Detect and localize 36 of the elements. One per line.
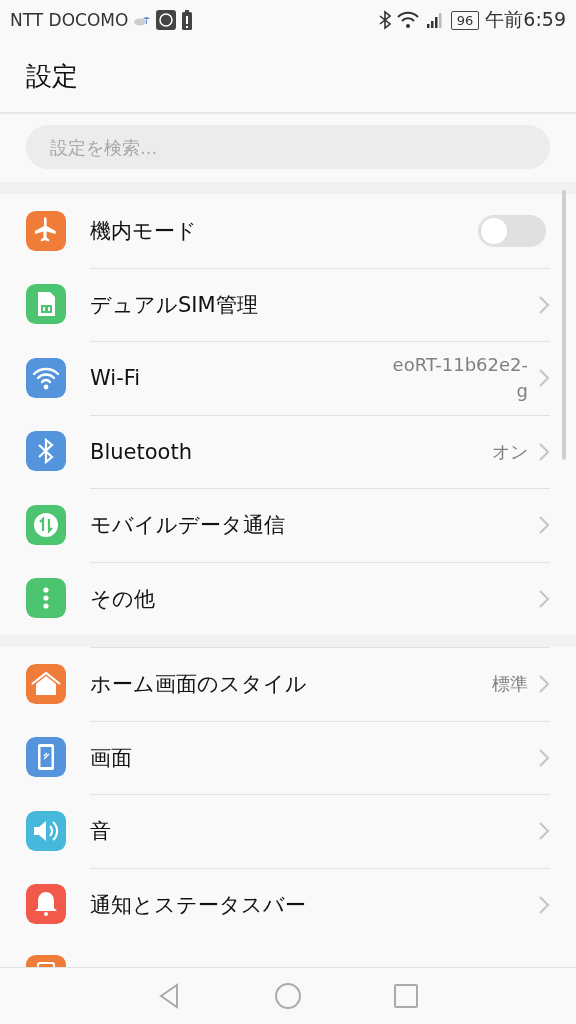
setting-label[interactable]: Wi-Fi bbox=[90, 366, 388, 391]
setting-value: 標準 bbox=[492, 672, 528, 697]
toggle-switch[interactable] bbox=[478, 214, 546, 247]
bluetooth-icon bbox=[378, 10, 391, 30]
battery-alert-icon bbox=[182, 10, 193, 30]
page-title: 設定 bbox=[26, 59, 78, 93]
wifi-icon bbox=[396, 11, 419, 29]
setting-label: 機内モード bbox=[90, 217, 198, 245]
setting-label[interactable]: デュアルSIM管理 bbox=[90, 290, 528, 319]
setting-label[interactable]: 通知とステータスバー bbox=[90, 890, 528, 919]
setting-value: オン bbox=[492, 439, 528, 464]
setting-label[interactable]: ホーム画面のスタイル bbox=[90, 670, 492, 699]
chevron-icon bbox=[538, 747, 550, 768]
weather-icon bbox=[134, 14, 151, 26]
clock-icon bbox=[156, 10, 177, 30]
setting-label[interactable]: Bluetooth bbox=[90, 439, 492, 464]
setting-label[interactable]: 音 bbox=[90, 817, 528, 846]
chevron-icon bbox=[538, 368, 550, 389]
carrier-name: NTT DOCOMO bbox=[10, 10, 129, 30]
search-field[interactable]: 設定を検索... bbox=[26, 125, 550, 169]
recents-icon[interactable] bbox=[391, 981, 421, 1011]
chevron-icon bbox=[538, 441, 550, 462]
home-icon[interactable] bbox=[273, 981, 303, 1011]
chevron-icon bbox=[538, 674, 550, 695]
setting-value: eoRT-11b62e2-g bbox=[391, 353, 528, 404]
battery-level: 96 bbox=[450, 10, 480, 30]
chevron-icon bbox=[538, 515, 550, 536]
clock-time: 午前6:59 bbox=[485, 7, 566, 32]
setting-label[interactable]: その他 bbox=[90, 584, 528, 613]
chevron-icon bbox=[538, 821, 550, 842]
chevron-icon bbox=[538, 588, 550, 609]
chevron-icon bbox=[538, 294, 550, 315]
setting-label[interactable]: 画面 bbox=[90, 743, 528, 772]
signal-icon bbox=[424, 11, 445, 29]
chevron-icon bbox=[538, 894, 550, 915]
setting-label[interactable]: モバイルデータ通信 bbox=[90, 511, 528, 540]
